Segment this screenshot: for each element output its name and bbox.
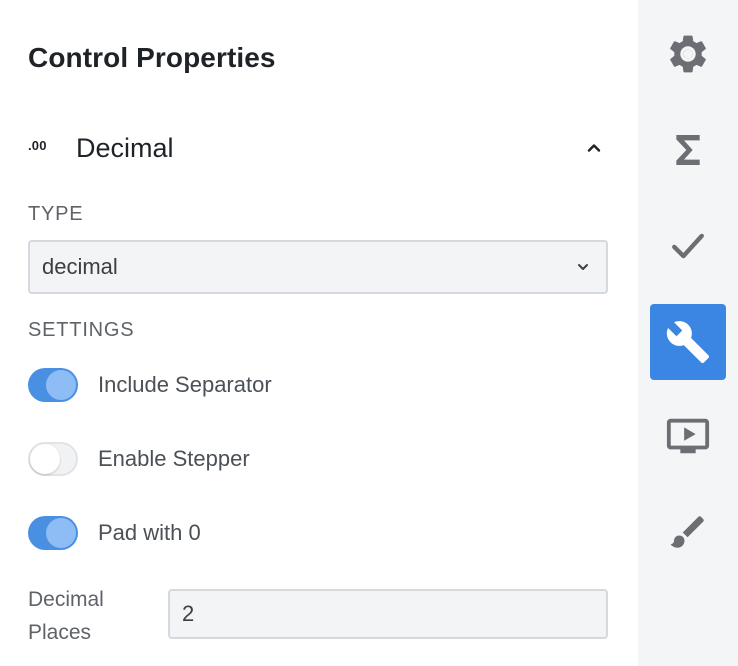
panel-title: Control Properties bbox=[28, 42, 276, 73]
pad-with-zero-label: Pad with 0 bbox=[98, 520, 201, 545]
check-icon bbox=[672, 233, 704, 259]
rail-calculations-button[interactable] bbox=[650, 112, 726, 188]
decimal-places-label: Decimal Places bbox=[28, 588, 104, 644]
decimal-places-input[interactable] bbox=[168, 589, 608, 639]
rail-properties-button[interactable] bbox=[650, 304, 726, 380]
rail-style-button[interactable] bbox=[650, 494, 726, 570]
include-separator-toggle[interactable] bbox=[28, 368, 78, 402]
decimal-type-icon: .00 bbox=[28, 137, 47, 153]
toggle-knob bbox=[46, 370, 76, 400]
toggle-knob bbox=[46, 518, 76, 548]
type-select[interactable]: decimal bbox=[28, 240, 608, 294]
type-label: TYPE bbox=[28, 203, 84, 225]
decimal-section-header[interactable]: .00 Decimal bbox=[28, 124, 610, 172]
type-select-value: decimal bbox=[42, 254, 118, 279]
rail-preview-button[interactable] bbox=[650, 398, 726, 474]
rail-settings-button[interactable] bbox=[650, 16, 726, 92]
section-title: Decimal bbox=[76, 132, 174, 163]
include-separator-label: Include Separator bbox=[98, 372, 272, 397]
rail-validation-button[interactable] bbox=[650, 208, 726, 284]
control-properties-panel: Control Properties .00 Decimal TYPE deci… bbox=[0, 0, 638, 666]
wrench-icon bbox=[666, 321, 710, 364]
brush-icon bbox=[670, 516, 704, 548]
preview-icon bbox=[666, 418, 710, 454]
include-separator-row[interactable]: Include Separator bbox=[28, 367, 272, 403]
pad-with-zero-toggle[interactable] bbox=[28, 516, 78, 550]
pad-with-zero-row[interactable]: Pad with 0 bbox=[28, 515, 201, 551]
enable-stepper-toggle[interactable] bbox=[28, 442, 78, 476]
enable-stepper-label: Enable Stepper bbox=[98, 446, 250, 471]
gear-icon bbox=[670, 35, 706, 73]
toggle-knob bbox=[30, 444, 60, 474]
settings-label: SETTINGS bbox=[28, 319, 135, 341]
chevron-down-icon bbox=[578, 264, 588, 270]
enable-stepper-row[interactable]: Enable Stepper bbox=[28, 441, 250, 477]
side-rail bbox=[638, 0, 738, 666]
sigma-icon bbox=[676, 135, 700, 165]
chevron-up-icon[interactable] bbox=[582, 136, 606, 160]
